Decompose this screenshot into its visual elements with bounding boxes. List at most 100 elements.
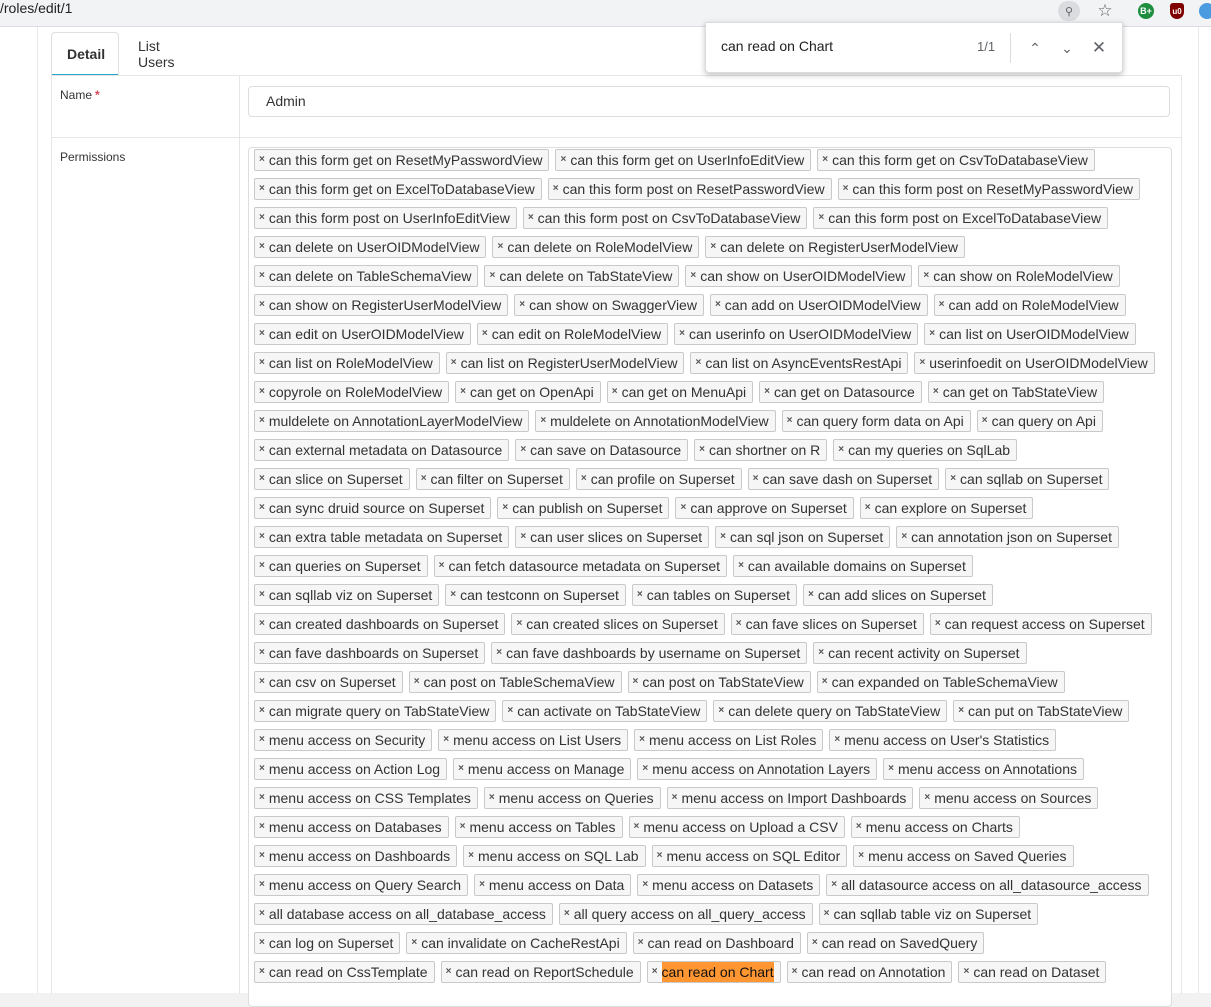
tab-list-users[interactable]: List Users	[123, 32, 190, 75]
permission-tag[interactable]: × can delete on UserOIDModelView	[254, 236, 487, 258]
remove-tag-x-icon[interactable]: ×	[439, 556, 445, 576]
permission-tag[interactable]: × can annotation json on Superset	[896, 526, 1119, 548]
permission-tag[interactable]: × can get on Datasource	[759, 381, 922, 403]
remove-tag-x-icon[interactable]: ×	[516, 614, 522, 634]
remove-tag-x-icon[interactable]: ×	[451, 353, 457, 373]
permission-tag[interactable]: × menu access on Import Dashboards	[666, 787, 914, 809]
permission-tag[interactable]: × can this form get on ResetMyPasswordVie…	[254, 149, 550, 171]
permission-tag[interactable]: × can show on SwaggerView	[514, 294, 704, 316]
remove-tag-x-icon[interactable]: ×	[259, 440, 265, 460]
remove-tag-x-icon[interactable]: ×	[929, 324, 935, 344]
permission-tag[interactable]: × userinfoedit on UserOIDModelView	[914, 352, 1155, 374]
remove-tag-x-icon[interactable]: ×	[259, 527, 265, 547]
remove-tag-x-icon[interactable]: ×	[982, 411, 988, 431]
permission-tag[interactable]: × menu access on Data	[474, 874, 632, 896]
permission-tag[interactable]: × can extra table metadata on Superset	[254, 526, 510, 548]
permission-tag[interactable]: × menu access on Query Search	[254, 874, 469, 896]
remove-tag-x-icon[interactable]: ×	[259, 382, 265, 402]
remove-tag-x-icon[interactable]: ×	[958, 701, 964, 721]
remove-tag-x-icon[interactable]: ×	[520, 440, 526, 460]
permission-tag[interactable]: × can delete query on TabStateView	[713, 700, 948, 722]
remove-tag-x-icon[interactable]: ×	[259, 411, 265, 431]
remove-tag-x-icon[interactable]: ×	[581, 469, 587, 489]
permission-tag[interactable]: × can save on Datasource	[515, 439, 689, 461]
remove-tag-x-icon[interactable]: ×	[259, 788, 265, 808]
remove-tag-x-icon[interactable]: ×	[259, 672, 265, 692]
permission-tag[interactable]: × muldelete on AnnotationLayerModelView	[254, 410, 530, 432]
permission-tag[interactable]: × can list on RoleModelView	[254, 352, 440, 374]
remove-tag-x-icon[interactable]: ×	[450, 585, 456, 605]
remove-tag-x-icon[interactable]: ×	[812, 933, 818, 953]
permission-tag[interactable]: × can publish on Superset	[497, 497, 670, 519]
permission-tag[interactable]: × can delete on TabStateView	[484, 265, 680, 287]
permission-tag[interactable]: × can add on UserOIDModelView	[709, 294, 928, 316]
permission-tag[interactable]: × can shortner on R	[694, 439, 828, 461]
remove-tag-x-icon[interactable]: ×	[856, 817, 862, 837]
remove-tag-x-icon[interactable]: ×	[519, 295, 525, 315]
find-next-chevron-down-icon[interactable]: ⌄	[1054, 35, 1080, 61]
remove-tag-x-icon[interactable]: ×	[935, 614, 941, 634]
remove-tag-x-icon[interactable]: ×	[259, 179, 265, 199]
remove-tag-x-icon[interactable]: ×	[259, 701, 265, 721]
remove-tag-x-icon[interactable]: ×	[672, 788, 678, 808]
remove-tag-x-icon[interactable]: ×	[460, 817, 466, 837]
remove-tag-x-icon[interactable]: ×	[710, 237, 716, 257]
remove-tag-x-icon[interactable]: ×	[818, 643, 824, 663]
remove-tag-x-icon[interactable]: ×	[259, 295, 265, 315]
remove-tag-x-icon[interactable]: ×	[259, 585, 265, 605]
remove-tag-x-icon[interactable]: ×	[718, 701, 724, 721]
permission-tag[interactable]: × menu access on Charts	[850, 816, 1020, 838]
permission-tag[interactable]: × can edit on UserOIDModelView	[254, 323, 471, 345]
remove-tag-x-icon[interactable]: ×	[259, 556, 265, 576]
permission-tag[interactable]: × can expanded on TableSchemaView	[816, 671, 1065, 693]
remove-tag-x-icon[interactable]: ×	[657, 846, 663, 866]
permission-tag[interactable]: × can add on RoleModelView	[933, 294, 1126, 316]
remove-tag-x-icon[interactable]: ×	[939, 295, 945, 315]
permission-tag[interactable]: × menu access on Security	[254, 729, 433, 751]
permission-tag[interactable]: × can read on CssTemplate	[254, 961, 435, 983]
remove-tag-x-icon[interactable]: ×	[612, 382, 618, 402]
remove-tag-x-icon[interactable]: ×	[553, 179, 559, 199]
remove-tag-x-icon[interactable]: ×	[738, 556, 744, 576]
permission-tag[interactable]: × can get on MenuApi	[606, 381, 754, 403]
name-input[interactable]: Admin	[248, 86, 1170, 117]
permission-tag[interactable]: × menu access on Upload a CSV	[628, 816, 845, 838]
remove-tag-x-icon[interactable]: ×	[520, 527, 526, 547]
permission-tag[interactable]: × can read on Chart	[646, 961, 781, 983]
remove-tag-x-icon[interactable]: ×	[259, 875, 265, 895]
remove-tag-x-icon[interactable]: ×	[638, 933, 644, 953]
remove-tag-x-icon[interactable]: ×	[792, 962, 798, 982]
permission-tag[interactable]: × can delete on RegisterUserModelView	[705, 236, 966, 258]
remove-tag-x-icon[interactable]: ×	[560, 150, 566, 170]
remove-tag-x-icon[interactable]: ×	[924, 788, 930, 808]
permission-tag[interactable]: × can read on ReportSchedule	[440, 961, 641, 983]
remove-tag-x-icon[interactable]: ×	[259, 730, 265, 750]
permission-tag[interactable]: × menu access on Sources	[919, 787, 1099, 809]
extension-blue-icon[interactable]	[1196, 1, 1211, 21]
remove-tag-x-icon[interactable]: ×	[699, 440, 705, 460]
permission-tag[interactable]: × can this form post on ResetPasswordView	[547, 178, 832, 200]
remove-tag-x-icon[interactable]: ×	[736, 614, 742, 634]
remove-tag-x-icon[interactable]: ×	[507, 701, 513, 721]
remove-tag-x-icon[interactable]: ×	[838, 440, 844, 460]
permission-tag[interactable]: × can fetch datasource metadata on Supers…	[433, 555, 728, 577]
remove-tag-x-icon[interactable]: ×	[787, 411, 793, 431]
permission-tag[interactable]: × menu access on Queries	[483, 787, 661, 809]
remove-tag-x-icon[interactable]: ×	[822, 672, 828, 692]
remove-tag-x-icon[interactable]: ×	[715, 295, 721, 315]
permission-tag[interactable]: × can sql json on Superset	[715, 526, 891, 548]
permission-tag[interactable]: × can edit on RoleModelView	[476, 323, 669, 345]
remove-tag-x-icon[interactable]: ×	[259, 817, 265, 837]
remove-tag-x-icon[interactable]: ×	[564, 904, 570, 924]
remove-tag-x-icon[interactable]: ×	[634, 817, 640, 837]
ublock-origin-icon[interactable]: u0	[1166, 1, 1188, 21]
permission-tag[interactable]: × can this form get on UserInfoEditView	[555, 149, 812, 171]
permission-tag[interactable]: × can query form data on Api	[781, 410, 971, 432]
permission-tag[interactable]: × can fave dashboards by username on Supe…	[491, 642, 808, 664]
permission-tag[interactable]: × menu access on Manage	[453, 758, 632, 780]
remove-tag-x-icon[interactable]: ×	[259, 498, 265, 518]
remove-tag-x-icon[interactable]: ×	[259, 904, 265, 924]
remove-tag-x-icon[interactable]: ×	[919, 353, 925, 373]
remove-tag-x-icon[interactable]: ×	[950, 469, 956, 489]
permission-tag[interactable]: × can request access on Superset	[929, 613, 1152, 635]
